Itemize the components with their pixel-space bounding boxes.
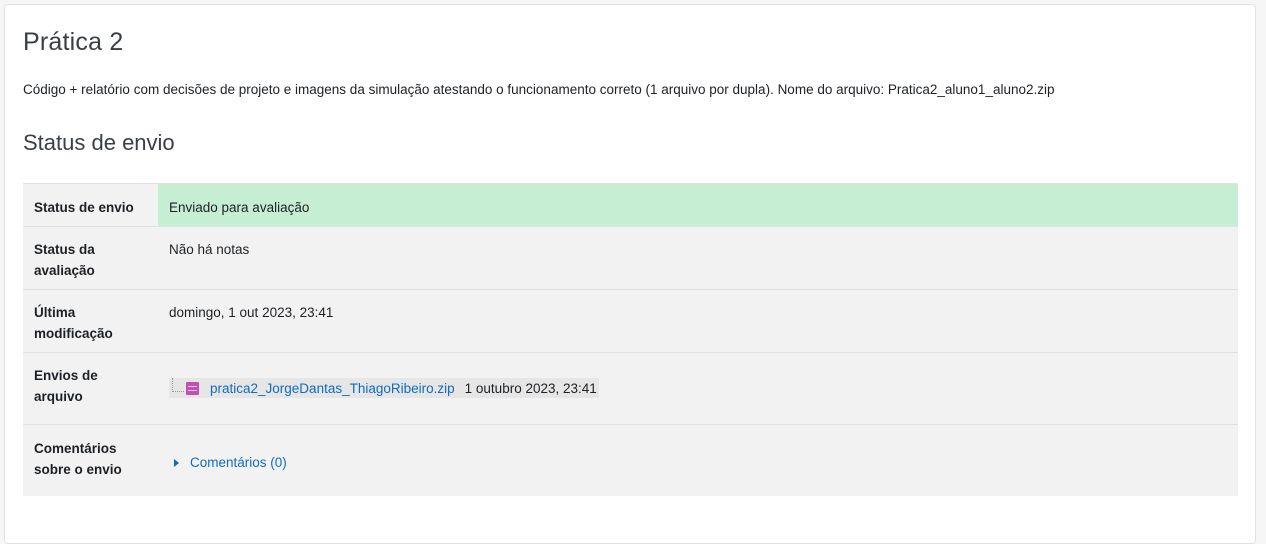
row-grading-status: Status da avaliação Não há notas bbox=[23, 226, 1238, 290]
submission-comments-label: Comentários sobre o envio bbox=[23, 424, 158, 496]
comments-link[interactable]: Comentários (0) bbox=[190, 452, 287, 473]
row-submission-comments: Comentários sobre o envio Comentários (0… bbox=[23, 424, 1238, 496]
submitted-file-link[interactable]: pratica2_JorgeDantas_ThiagoRibeiro.zip bbox=[210, 378, 455, 399]
grading-status-value: Não há notas bbox=[158, 226, 1238, 290]
file-tree: pratica2_JorgeDantas_ThiagoRibeiro.zip 1… bbox=[169, 378, 599, 398]
file-submissions-label: Envios de arquivo bbox=[23, 352, 158, 425]
assignment-description: Código + relatório com decisões de proje… bbox=[23, 82, 1055, 97]
file-date: 1 outubro 2023, 23:41 bbox=[464, 380, 597, 396]
caret-right-icon bbox=[174, 458, 179, 467]
comments-toggle[interactable]: Comentários (0) bbox=[169, 452, 287, 473]
tree-connector bbox=[172, 378, 184, 392]
row-submission-status: Status de envio Enviado para avaliação bbox=[23, 183, 1238, 227]
zip-file-icon bbox=[186, 381, 199, 395]
section-title: Status de envio bbox=[23, 130, 175, 155]
file-submissions-value: pratica2_JorgeDantas_ThiagoRibeiro.zip 1… bbox=[158, 352, 1238, 425]
assignment-card: Prática 2 Código + relatório com decisõe… bbox=[4, 4, 1256, 544]
row-file-submissions: Envios de arquivo pratica2_JorgeDantas_T… bbox=[23, 352, 1238, 425]
last-modified-label: Última modificação bbox=[23, 289, 158, 353]
submission-comments-value: Comentários (0) bbox=[158, 424, 1238, 496]
submission-status-table: Status de envio Enviado para avaliação S… bbox=[23, 183, 1238, 496]
submission-status-label: Status de envio bbox=[23, 183, 158, 227]
submission-status-value: Enviado para avaliação bbox=[158, 183, 1238, 227]
row-last-modified: Última modificação domingo, 1 out 2023, … bbox=[23, 289, 1238, 353]
grading-status-label: Status da avaliação bbox=[23, 226, 158, 290]
last-modified-value: domingo, 1 out 2023, 23:41 bbox=[158, 289, 1238, 353]
page-title: Prática 2 bbox=[23, 28, 124, 56]
